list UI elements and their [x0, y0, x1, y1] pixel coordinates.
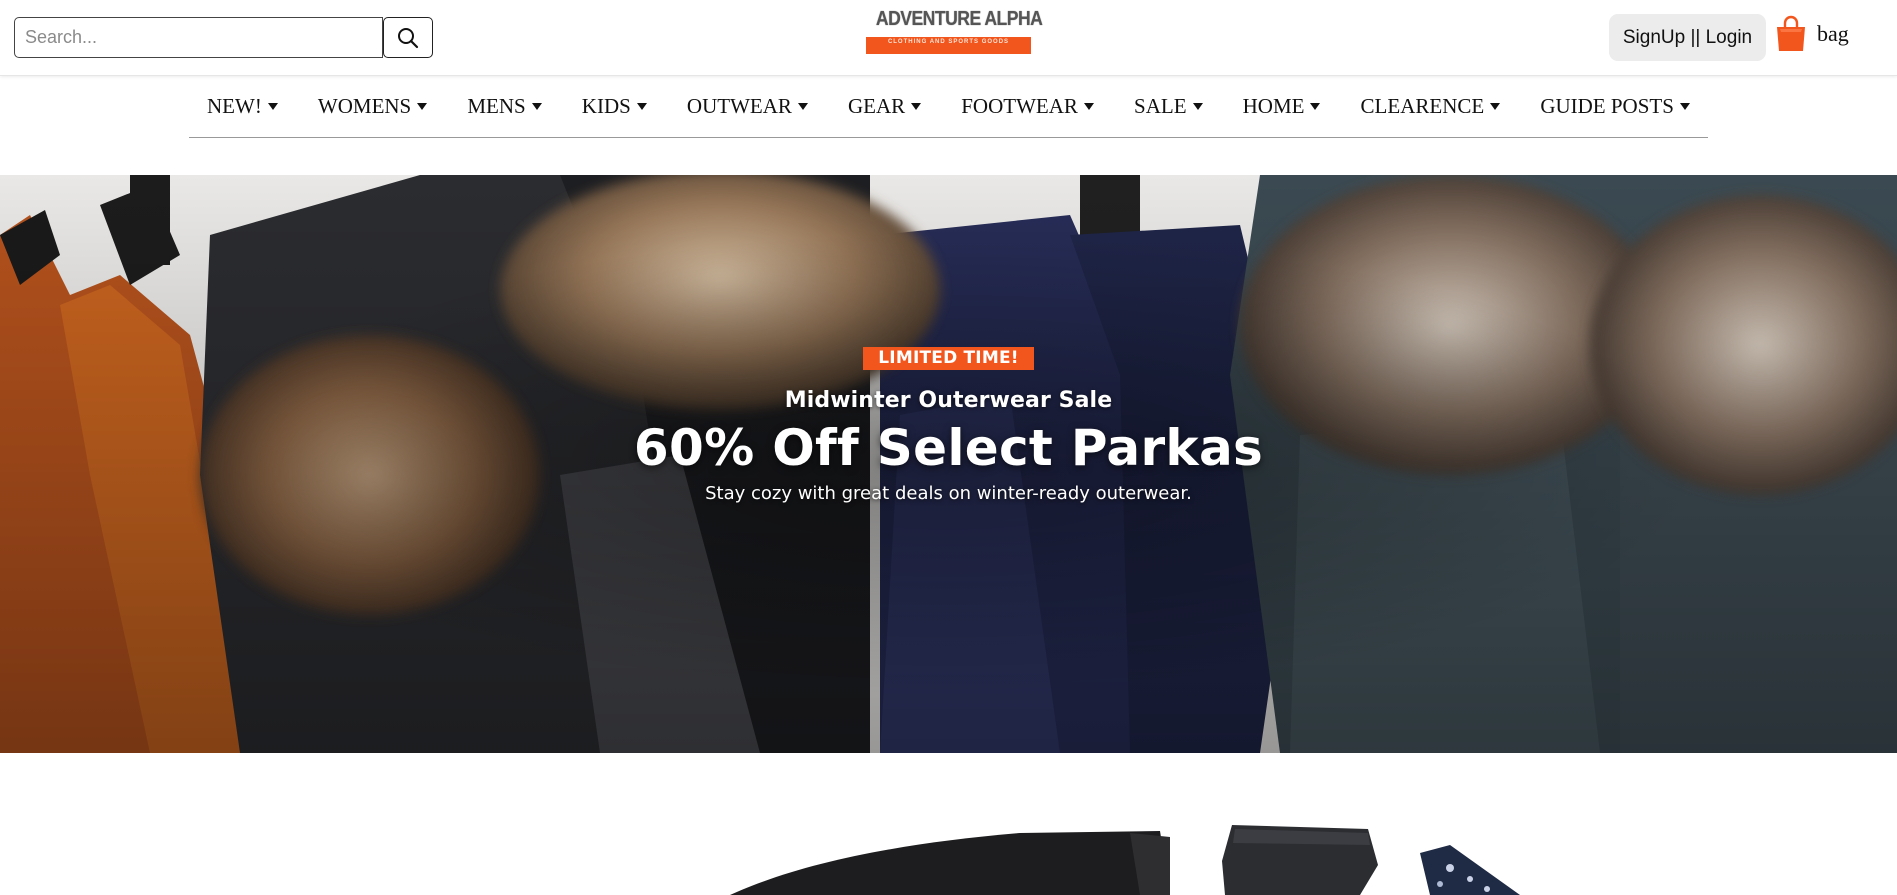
product-teaser-image	[730, 825, 1520, 895]
nav-label: HOME	[1242, 93, 1305, 118]
nav-item-womens[interactable]: WOMENS	[317, 88, 428, 124]
nav-label: KIDS	[581, 93, 631, 118]
caret-down-icon	[1083, 102, 1094, 110]
bag-label: bag	[1817, 21, 1849, 46]
caret-down-icon	[417, 102, 428, 110]
main-nav: NEW! WOMENS MENS KIDS OUTWEAR GEAR FOOTW…	[189, 88, 1708, 138]
nav-item-guide-posts[interactable]: GUIDE POSTS	[1540, 88, 1690, 124]
nav-item-clearence[interactable]: CLEARENCE	[1361, 88, 1501, 124]
shopping-bag-link[interactable]: bag	[1774, 14, 1849, 54]
caret-down-icon	[911, 102, 922, 110]
signup-login-button[interactable]: SignUp || Login	[1609, 14, 1766, 61]
hero-description: Stay cozy with great deals on winter-rea…	[705, 483, 1192, 504]
limited-time-badge: LIMITED TIME!	[863, 347, 1034, 370]
nav-item-outwear[interactable]: OUTWEAR	[687, 88, 808, 124]
shopping-bag-icon	[1777, 15, 1805, 51]
logo-tagline: CLOTHING AND SPORTS GOODS	[866, 37, 1031, 54]
site-header: ADVENTURE ALPHA CLOTHING AND SPORTS GOOD…	[0, 0, 1897, 76]
nav-label: MENS	[467, 93, 526, 118]
caret-down-icon	[1679, 102, 1690, 110]
nav-label: SALE	[1134, 93, 1187, 118]
nav-item-sale[interactable]: SALE	[1134, 88, 1203, 124]
hero-subtitle: Midwinter Outerwear Sale	[784, 388, 1113, 413]
nav-label: OUTWEAR	[686, 93, 792, 118]
logo-title: ADVENTURE ALPHA	[875, 8, 1043, 30]
search-icon	[398, 27, 419, 48]
caret-down-icon	[267, 102, 278, 110]
hero-title: 60% Off Select Parkas	[633, 419, 1264, 477]
nav-item-mens[interactable]: MENS	[467, 88, 542, 124]
nav-label: NEW!	[207, 93, 262, 118]
caret-down-icon	[636, 102, 647, 110]
nav-label: FOOTWEAR	[961, 93, 1078, 118]
caret-down-icon	[531, 102, 542, 110]
hero-content: LIMITED TIME! Midwinter Outerwear Sale 6…	[0, 347, 1897, 504]
caret-down-icon	[1310, 102, 1321, 110]
nav-item-home[interactable]: HOME	[1243, 88, 1321, 124]
search-button[interactable]	[383, 17, 433, 58]
caret-down-icon	[1490, 102, 1501, 110]
nav-label: GUIDE POSTS	[1540, 93, 1674, 118]
product-teaser[interactable]	[0, 753, 1897, 895]
nav-item-gear[interactable]: GEAR	[847, 88, 922, 124]
nav-label: CLEARENCE	[1360, 93, 1485, 118]
hero-banner[interactable]: LIMITED TIME! Midwinter Outerwear Sale 6…	[0, 175, 1897, 753]
nav-item-kids[interactable]: KIDS	[582, 88, 647, 124]
nav-label: GEAR	[847, 93, 906, 118]
nav-label: WOMENS	[317, 93, 412, 118]
caret-down-icon	[1192, 102, 1203, 110]
nav-item-new[interactable]: NEW!	[207, 88, 278, 124]
caret-down-icon	[797, 102, 808, 110]
search-input[interactable]	[14, 17, 383, 58]
site-logo[interactable]: ADVENTURE ALPHA CLOTHING AND SPORTS GOOD…	[866, 8, 1043, 62]
nav-item-footwear[interactable]: FOOTWEAR	[961, 88, 1094, 124]
